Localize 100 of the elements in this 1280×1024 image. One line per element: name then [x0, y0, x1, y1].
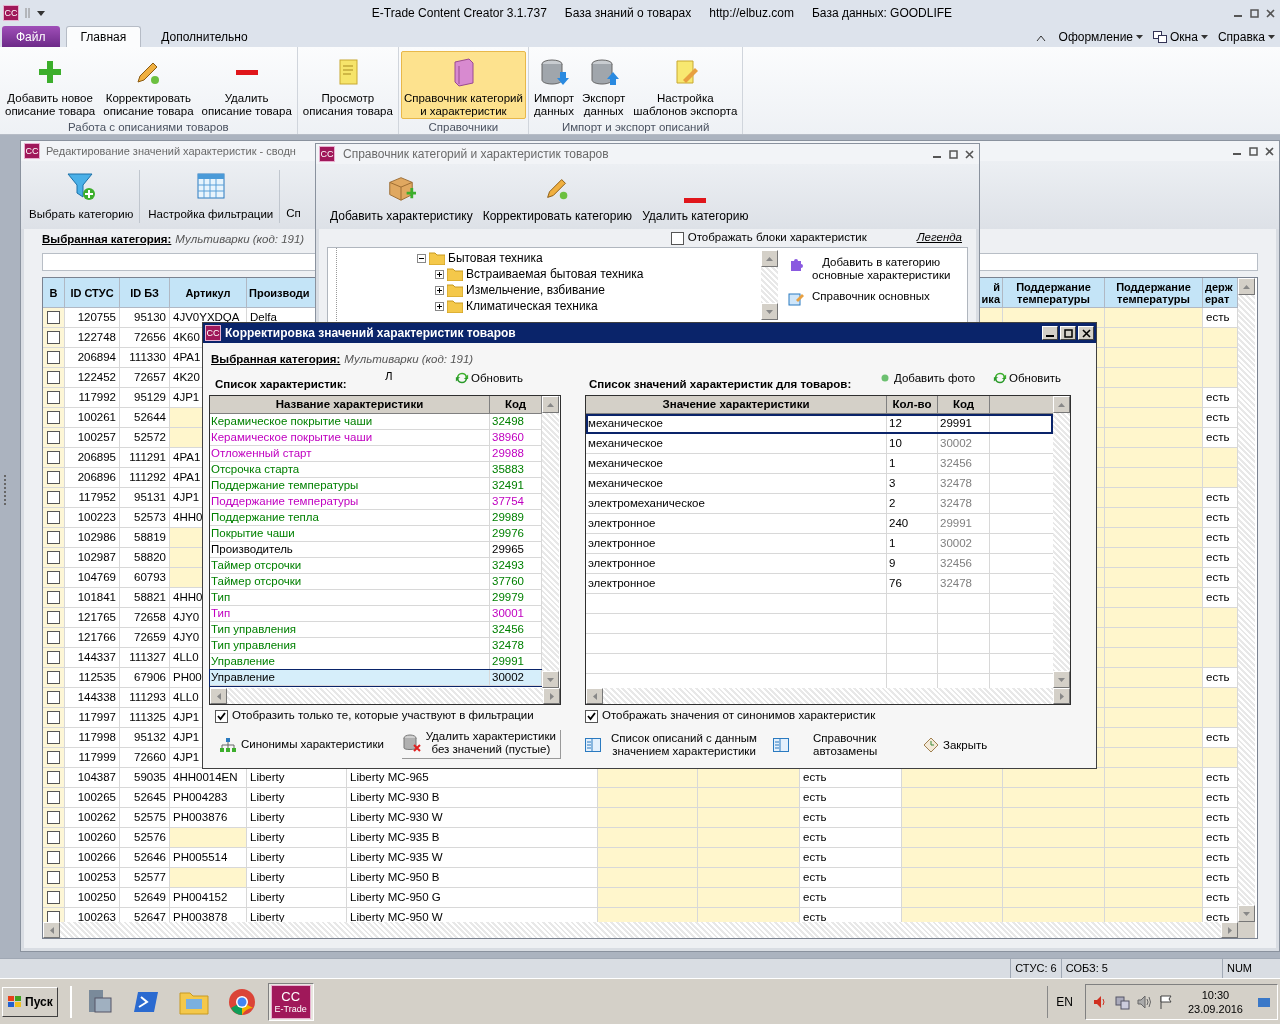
table-cell: 101841	[65, 588, 120, 608]
table-cell: 111327	[120, 648, 170, 668]
table-cell: Liberty MC-965	[347, 768, 598, 788]
table-cell: 100223	[65, 508, 120, 528]
table-cell: Liberty MC-950 B	[347, 868, 598, 888]
table-cell: 52644	[120, 408, 170, 428]
table-cell: 102987	[65, 548, 120, 568]
category-label: Выбранная категория:	[42, 232, 172, 248]
table-cell: 144338	[65, 688, 120, 708]
table-cell: есть	[800, 788, 902, 808]
window-title: Редактирование значений характеристик - сводн	[46, 143, 296, 159]
table-cell: 58821	[120, 588, 170, 608]
table-cell: 72656	[120, 328, 170, 348]
table-cell: Liberty MC-950 G	[347, 888, 598, 908]
group-label: Справочники	[428, 120, 499, 135]
table-cell: PH004152	[170, 888, 247, 908]
table-cell: есть	[1203, 808, 1238, 828]
table-cell: 52577	[120, 868, 170, 888]
table-cell: 100260	[65, 828, 120, 848]
table-cell: есть	[800, 908, 902, 922]
table-cell: Liberty	[247, 768, 347, 788]
table-cell: есть	[1203, 908, 1238, 922]
table-cell: есть	[1203, 308, 1238, 328]
table-cell: 4HH0014EN	[170, 768, 247, 788]
table-cell: есть	[1203, 428, 1238, 448]
category-value: Мультиварки (код: 191)	[175, 232, 305, 248]
table-cell: 112535	[65, 668, 120, 688]
table-cell: есть	[1203, 828, 1238, 848]
group-label: Работа с описаниями товаров	[68, 120, 229, 135]
table-cell: 111291	[120, 448, 170, 468]
table-cell: есть	[800, 808, 902, 828]
table-cell: PH004283	[170, 788, 247, 808]
table-cell: есть	[1203, 888, 1238, 908]
table-cell: есть	[1203, 508, 1238, 528]
table-cell: Liberty MC-930 B	[347, 788, 598, 808]
table-cell: 117998	[65, 728, 120, 748]
table-cell: Liberty	[247, 828, 347, 848]
table-cell: 104387	[65, 768, 120, 788]
table-cell: 111330	[120, 348, 170, 368]
table-cell: PH003878	[170, 908, 247, 922]
table-cell: 111325	[120, 708, 170, 728]
table-cell: 72659	[120, 628, 170, 648]
table-cell: 117952	[65, 488, 120, 508]
table-cell: 100257	[65, 428, 120, 448]
table-cell: 52575	[120, 808, 170, 828]
app-logo: CC	[205, 325, 221, 341]
clock-time: 10:30	[1201, 987, 1230, 1002]
checkbox-label: Отображать значения от синонимов характеристик	[602, 708, 876, 724]
table-cell: Liberty MC-935 W	[347, 848, 598, 868]
table-cell: 206896	[65, 468, 120, 488]
checkbox-label: Отображать блоки характеристик	[687, 230, 867, 246]
clock-date: 23.09.2016	[1187, 1001, 1243, 1016]
table-cell: 52572	[120, 428, 170, 448]
table-cell: Liberty MC-930 W	[347, 808, 598, 828]
table-cell: есть	[1203, 488, 1238, 508]
table-cell: 117997	[65, 708, 120, 728]
table-cell: 52646	[120, 848, 170, 868]
table-cell: есть	[800, 828, 902, 848]
table-cell: 144337	[65, 648, 120, 668]
table-cell: 95130	[120, 308, 170, 328]
table-cell: 111292	[120, 468, 170, 488]
group-label: Импорт и экспорт описаний	[561, 120, 710, 135]
table-cell: есть	[800, 848, 902, 868]
table-cell: есть	[1203, 788, 1238, 808]
table-cell: Liberty MC-935 B	[347, 828, 598, 848]
table-cell: 102986	[65, 528, 120, 548]
window-title: Справочник категорий и характеристик товаров	[343, 146, 609, 163]
knowledge-base-label: База знаний о товарах	[564, 5, 692, 22]
table-cell: 58820	[120, 548, 170, 568]
table-cell: есть	[1203, 768, 1238, 788]
table-cell: 60793	[120, 568, 170, 588]
table-cell: 95129	[120, 388, 170, 408]
table-cell: PH003876	[170, 808, 247, 828]
table-cell: Liberty	[247, 848, 347, 868]
category-value: Мультиварки (код: 191)	[344, 352, 474, 368]
table-cell: 117992	[65, 388, 120, 408]
table-cell: есть	[1203, 388, 1238, 408]
table-cell: 121766	[65, 628, 120, 648]
table-cell: есть	[800, 868, 902, 888]
table-cell: есть	[1203, 728, 1238, 748]
table-cell: 206894	[65, 348, 120, 368]
table-cell: 100261	[65, 408, 120, 428]
table-cell: есть	[1203, 668, 1238, 688]
table-cell: 67906	[120, 668, 170, 688]
table-cell: есть	[1203, 528, 1238, 548]
table-cell: 52649	[120, 888, 170, 908]
section-title: Список значений характеристик для товаров:	[589, 376, 853, 392]
table-cell: 206895	[65, 448, 120, 468]
table-cell: 100250	[65, 888, 120, 908]
table-cell: 120755	[65, 308, 120, 328]
table-cell: Liberty	[247, 868, 347, 888]
table-cell: 100253	[65, 868, 120, 888]
table-cell: есть	[800, 888, 902, 908]
table-cell: 117999	[65, 748, 120, 768]
table-cell: есть	[1203, 548, 1238, 568]
table-cell: 100265	[65, 788, 120, 808]
app-logo: CC	[319, 146, 335, 162]
table-cell: 100262	[65, 808, 120, 828]
table-cell: PH005514	[170, 848, 247, 868]
table-cell: 72658	[120, 608, 170, 628]
